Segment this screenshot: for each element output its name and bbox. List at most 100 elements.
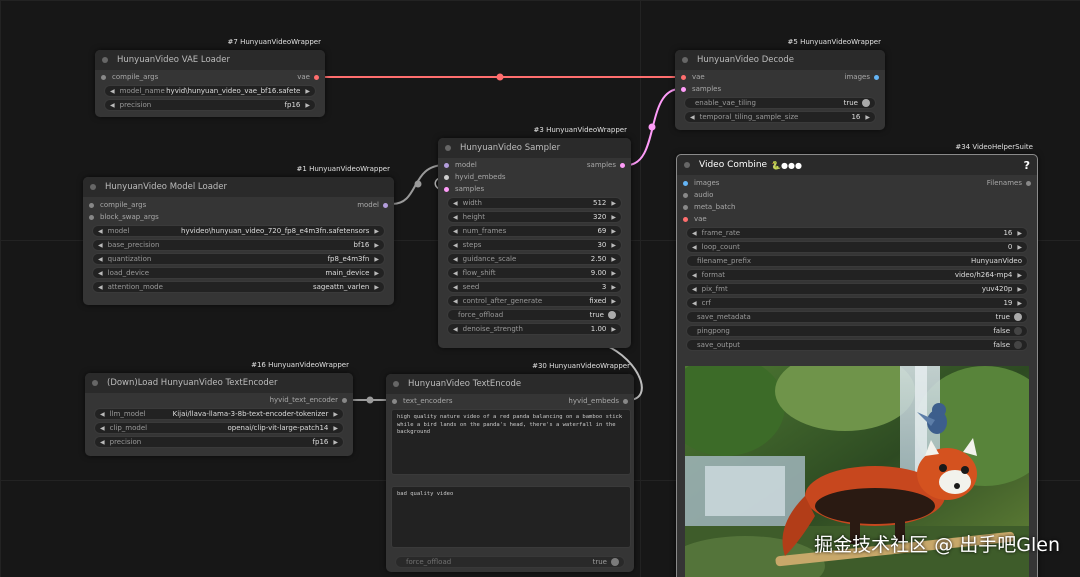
node-title: HunyuanVideo TextEncode bbox=[408, 379, 522, 389]
io-row: samples bbox=[438, 183, 631, 195]
toggle-knob[interactable] bbox=[608, 311, 616, 319]
toggle-knob[interactable] bbox=[862, 99, 870, 107]
help-icon[interactable]: ? bbox=[1024, 159, 1030, 172]
widget-label: quantization bbox=[107, 255, 152, 263]
widget-model-name[interactable]: ◀ model_name hyvid\hunyuan_video_vae_bf16.… bbox=[104, 85, 316, 97]
widget-value: false bbox=[993, 341, 1010, 349]
widget-clip-model[interactable]: ◀ clip_model openai/clip-vit-large-patch14… bbox=[94, 422, 344, 434]
widget-force-offload[interactable]: force_offload true bbox=[447, 309, 622, 321]
collapse-dot[interactable] bbox=[445, 145, 451, 151]
widget-seed[interactable]: ◀ seed 3 ▶ bbox=[447, 281, 622, 293]
widget-force-offload[interactable]: force_offload true bbox=[395, 556, 625, 568]
output-socket[interactable] bbox=[1026, 180, 1031, 186]
collapse-dot[interactable] bbox=[102, 57, 108, 63]
widget-control-after-generate[interactable]: ◀ control_after_generate fixed ▶ bbox=[447, 295, 622, 307]
output-socket[interactable] bbox=[314, 74, 319, 80]
widget-temporal-tiling-sample-size[interactable]: ◀ temporal_tiling_sample_size 16 ▶ bbox=[684, 111, 876, 123]
widget-precision[interactable]: ◀ precision fp16 ▶ bbox=[94, 436, 344, 448]
text-encode-node[interactable]: #30 HunyuanVideoWrapper HunyuanVideo Tex… bbox=[386, 362, 634, 572]
widget-label: flow_shift bbox=[462, 269, 496, 277]
widget-filename-prefix[interactable]: filename_prefix HunyuanVideo bbox=[686, 255, 1028, 267]
input-socket[interactable] bbox=[101, 74, 106, 80]
input-socket[interactable] bbox=[683, 180, 688, 186]
widget-enable-vae-tiling[interactable]: enable_vae_tiling true bbox=[684, 97, 876, 109]
toggle-knob[interactable] bbox=[1014, 313, 1022, 321]
input-socket[interactable] bbox=[444, 162, 449, 168]
widget-llm-model[interactable]: ◀ llm_model Kijai/llava-llama-3-8b-text-en… bbox=[94, 408, 344, 420]
input-socket[interactable] bbox=[683, 192, 688, 198]
widget-value: main_device bbox=[325, 269, 370, 277]
input-label: samples bbox=[692, 85, 722, 93]
widget-attention-mode[interactable]: ◀ attention_mode sageattn_varlen ▶ bbox=[92, 281, 385, 293]
input-socket[interactable] bbox=[683, 204, 688, 210]
collapse-dot[interactable] bbox=[684, 162, 690, 168]
toggle-knob[interactable] bbox=[1014, 341, 1022, 349]
collapse-dot[interactable] bbox=[92, 380, 98, 386]
widget-denoise-strength[interactable]: ◀ denoise_strength 1.00 ▶ bbox=[447, 323, 622, 335]
widget-quantization[interactable]: ◀ quantization fp8_e4m3fn ▶ bbox=[92, 253, 385, 265]
positive-prompt-input[interactable]: high quality nature video of a red panda… bbox=[391, 409, 631, 475]
node-title-bar[interactable]: HunyuanVideo Sampler bbox=[438, 138, 631, 158]
node-title-bar[interactable]: HunyuanVideo TextEncode bbox=[386, 374, 634, 394]
widget-label: attention_mode bbox=[107, 283, 163, 291]
node-title-bar[interactable]: HunyuanVideo VAE Loader bbox=[95, 50, 325, 70]
input-socket[interactable] bbox=[89, 202, 94, 208]
collapse-dot[interactable] bbox=[393, 381, 399, 387]
widget-format[interactable]: ◀ format video/h264-mp4 ▶ bbox=[686, 269, 1028, 281]
decode-node[interactable]: #5 HunyuanVideoWrapper HunyuanVideo Deco… bbox=[675, 38, 885, 130]
negative-prompt-input[interactable]: bad quality video bbox=[391, 486, 631, 548]
collapse-dot[interactable] bbox=[90, 184, 96, 190]
node-badge: #30 HunyuanVideoWrapper bbox=[532, 362, 630, 370]
io-row: meta_batch bbox=[677, 201, 1037, 213]
node-title-bar[interactable]: HunyuanVideo Decode bbox=[675, 50, 885, 70]
video-combine-node[interactable]: #34 VideoHelperSuite Video Combine 🐍●●● … bbox=[676, 143, 1038, 577]
widget-num-frames[interactable]: ◀ num_frames 69 ▶ bbox=[447, 225, 622, 237]
toggle-knob[interactable] bbox=[1014, 327, 1022, 335]
output-socket[interactable] bbox=[342, 397, 347, 403]
widget-height[interactable]: ◀ height 320 ▶ bbox=[447, 211, 622, 223]
io-row: block_swap_args bbox=[83, 211, 394, 223]
sampler-node[interactable]: #3 HunyuanVideoWrapper HunyuanVideo Samp… bbox=[438, 126, 631, 348]
node-title-bar[interactable]: (Down)Load HunyuanVideo TextEncoder bbox=[85, 373, 353, 393]
widget-width[interactable]: ◀ width 512 ▶ bbox=[447, 197, 622, 209]
input-socket[interactable] bbox=[444, 186, 449, 192]
widget-precision[interactable]: ◀ precision fp16 ▶ bbox=[104, 99, 316, 111]
input-socket[interactable] bbox=[392, 398, 397, 404]
toggle-knob[interactable] bbox=[611, 558, 619, 566]
widget-model[interactable]: ◀ model hyvideo\hunyuan_video_720_fp8_e4m3… bbox=[92, 225, 385, 237]
widget-frame-rate[interactable]: ◀ frame_rate 16 ▶ bbox=[686, 227, 1028, 239]
input-socket[interactable] bbox=[89, 214, 94, 220]
input-socket[interactable] bbox=[681, 74, 686, 80]
widget-value: openai/clip-vit-large-patch14 bbox=[227, 424, 329, 432]
collapse-dot[interactable] bbox=[682, 57, 688, 63]
io-row: text_encoders hyvid_embeds bbox=[386, 395, 634, 407]
widget-crf[interactable]: ◀ crf 19 ▶ bbox=[686, 297, 1028, 309]
output-socket[interactable] bbox=[874, 74, 879, 80]
widget-load-device[interactable]: ◀ load_device main_device ▶ bbox=[92, 267, 385, 279]
input-socket[interactable] bbox=[681, 86, 686, 92]
widget-value: false bbox=[993, 327, 1010, 335]
widget-flow-shift[interactable]: ◀ flow_shift 9.00 ▶ bbox=[447, 267, 622, 279]
node-title-bar[interactable]: Video Combine 🐍●●● ? bbox=[677, 155, 1037, 175]
widget-base-precision[interactable]: ◀ base_precision bf16 ▶ bbox=[92, 239, 385, 251]
widget-loop-count[interactable]: ◀ loop_count 0 ▶ bbox=[686, 241, 1028, 253]
io-row: compile_args vae bbox=[95, 71, 325, 83]
widget-save-output[interactable]: save_output false bbox=[686, 339, 1028, 351]
model-loader-node[interactable]: #1 HunyuanVideoWrapper HunyuanVideo Mode… bbox=[83, 165, 394, 305]
text-encoder-loader-node[interactable]: #16 HunyuanVideoWrapper (Down)Load Hunyu… bbox=[85, 361, 353, 456]
input-socket[interactable] bbox=[444, 174, 449, 180]
widget-save-metadata[interactable]: save_metadata true bbox=[686, 311, 1028, 323]
widget-pix-fmt[interactable]: ◀ pix_fmt yuv420p ▶ bbox=[686, 283, 1028, 295]
output-socket[interactable] bbox=[383, 202, 388, 208]
widget-value: 320 bbox=[593, 213, 607, 221]
node-title-bar[interactable]: HunyuanVideo Model Loader bbox=[83, 177, 394, 197]
output-socket[interactable] bbox=[620, 162, 625, 168]
node-canvas[interactable]: #7 HunyuanVideoWrapper HunyuanVideo VAE … bbox=[0, 0, 1080, 577]
input-socket[interactable] bbox=[683, 216, 688, 222]
node-title: Video Combine bbox=[699, 160, 768, 170]
vae-loader-node[interactable]: #7 HunyuanVideoWrapper HunyuanVideo VAE … bbox=[95, 38, 325, 117]
widget-guidance-scale[interactable]: ◀ guidance_scale 2.50 ▶ bbox=[447, 253, 622, 265]
widget-pingpong[interactable]: pingpong false bbox=[686, 325, 1028, 337]
output-socket[interactable] bbox=[623, 398, 628, 404]
widget-steps[interactable]: ◀ steps 30 ▶ bbox=[447, 239, 622, 251]
